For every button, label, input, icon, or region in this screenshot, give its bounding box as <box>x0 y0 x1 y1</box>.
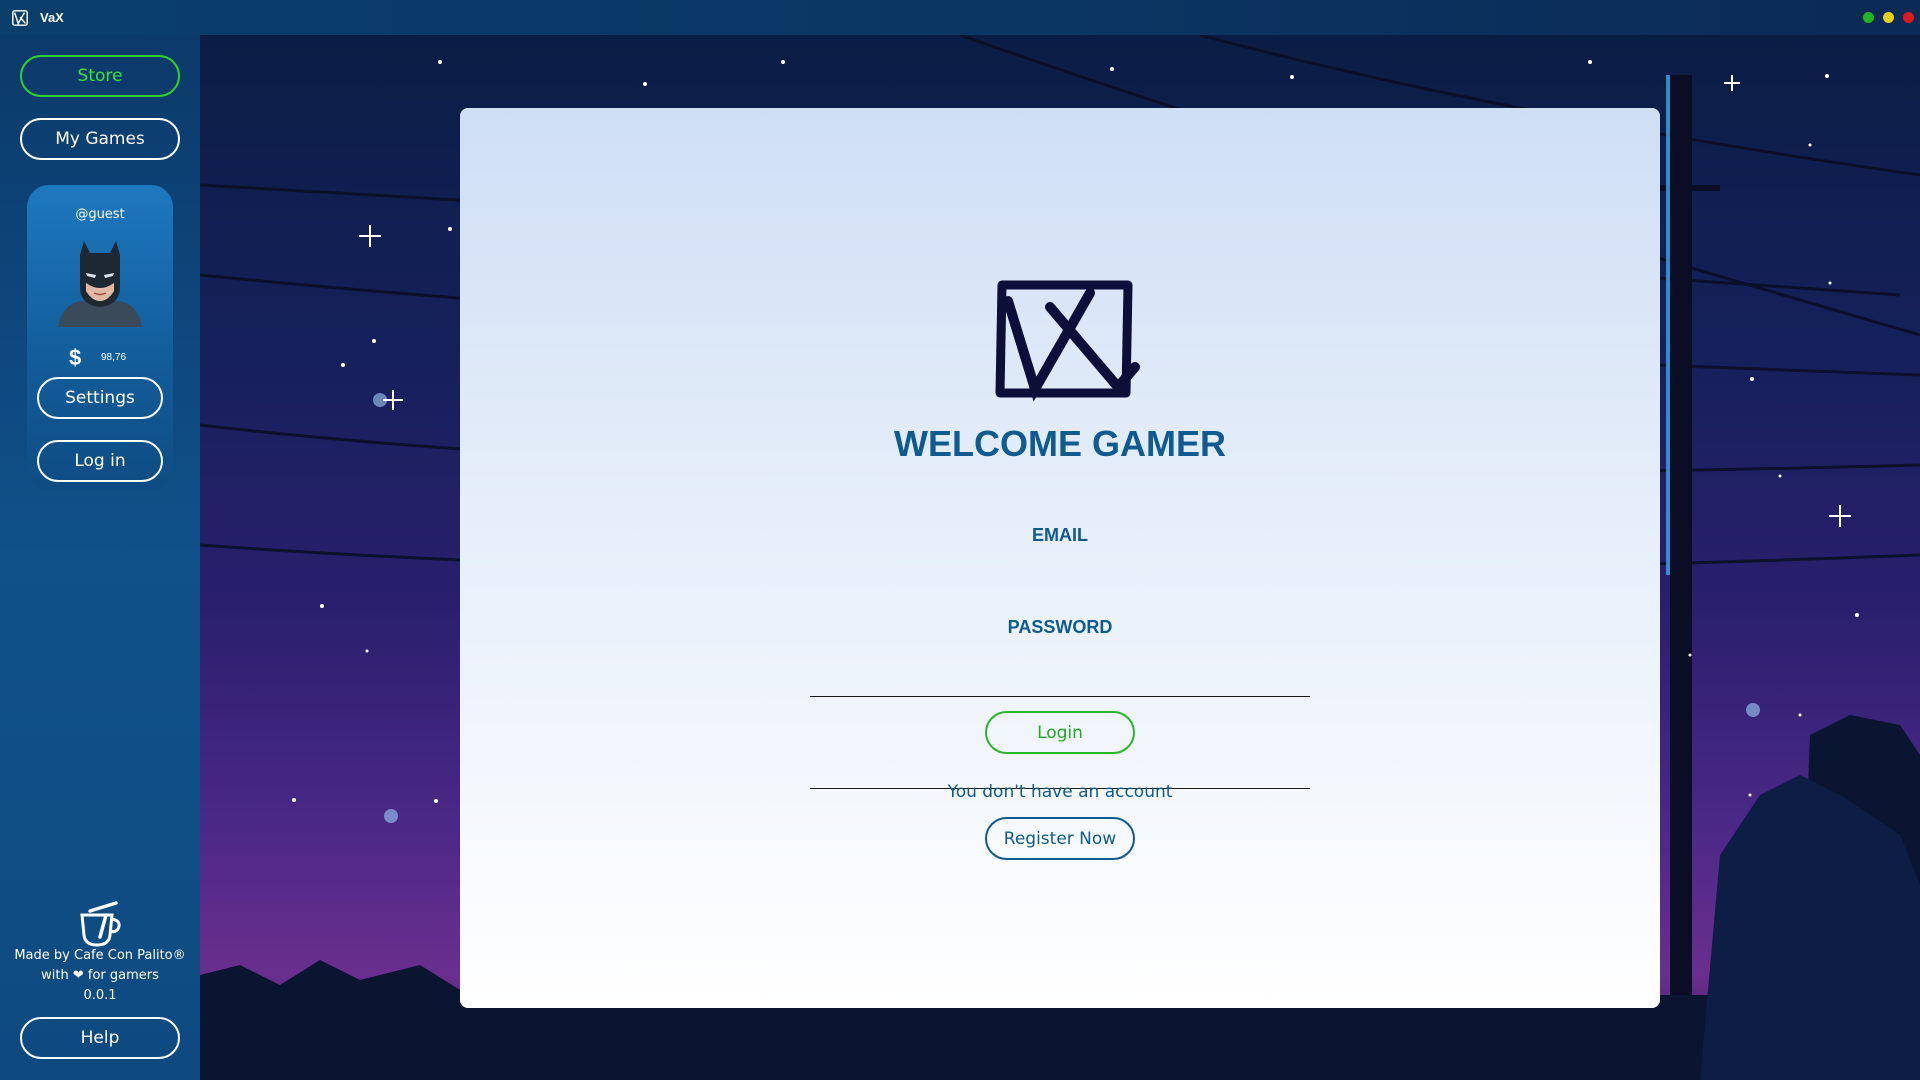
profile-card: @guest $ 98,76 Settings Log in <box>27 185 173 491</box>
balance: 98,76 <box>101 352 127 363</box>
footer-credit: Made by Cafe Con Palito® <box>14 948 186 963</box>
title-bar: VaX <box>0 0 1920 35</box>
help-button[interactable]: Help <box>20 1017 180 1059</box>
footer-tagline: with ❤ for gamers <box>41 968 159 983</box>
dollar-icon: $ <box>69 345 82 370</box>
store-button[interactable]: Store <box>20 55 180 97</box>
cafe-con-palito-cup-icon <box>80 901 121 947</box>
password-label: PASSWORD <box>1007 617 1113 637</box>
no-account-text: You don't have an account <box>947 782 1173 802</box>
minimize-button[interactable] <box>1863 12 1874 23</box>
username: @guest <box>75 207 125 222</box>
welcome-heading: WELCOME GAMER <box>894 423 1226 464</box>
settings-button[interactable]: Settings <box>37 377 163 419</box>
vax-logo-icon <box>995 280 1140 402</box>
log-in-button[interactable]: Log in <box>37 440 163 482</box>
email-label: EMAIL <box>1032 525 1088 545</box>
email-field[interactable] <box>810 657 1310 697</box>
sidebar: Store My Games @guest $ 98,76 Settings L… <box>0 35 200 1080</box>
login-button[interactable]: Login <box>985 711 1135 754</box>
login-panel: WELCOME GAMER EMAIL PASSWORD Login You d… <box>460 108 1660 1008</box>
app-version: 0.0.1 <box>83 988 117 1003</box>
my-games-button[interactable]: My Games <box>20 118 180 160</box>
window-controls <box>1863 12 1914 23</box>
close-button[interactable] <box>1903 12 1914 23</box>
window-title: VaX <box>40 10 64 25</box>
avatar <box>58 241 142 327</box>
app-logo-icon <box>12 9 28 26</box>
register-now-button[interactable]: Register Now <box>985 817 1135 860</box>
maximize-button[interactable] <box>1883 12 1894 23</box>
